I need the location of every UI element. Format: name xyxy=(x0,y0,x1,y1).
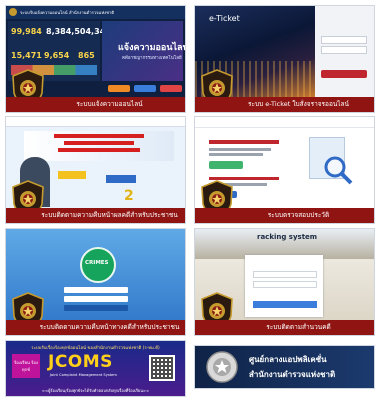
qr-pattern xyxy=(151,357,173,379)
tile-header xyxy=(6,117,185,127)
side-label-box: ร้องเรียน ร้องทุกข์ xyxy=(12,354,40,378)
login-button[interactable] xyxy=(64,305,128,311)
side-label: ร้องเรียน ร้องทุกข์ xyxy=(14,360,38,372)
login-card xyxy=(245,255,323,317)
jcoms-footer: <<ผู้ร้องเรียน/ร้องทุกข์จะได้รับคำตอบกลั… xyxy=(41,388,150,393)
login-field-1[interactable] xyxy=(321,36,367,44)
cta-button-1[interactable] xyxy=(108,85,130,92)
app-center-line-2: สำนักงานตำรวจแห่งชาติ xyxy=(249,370,336,379)
text-line-1 xyxy=(209,148,271,151)
cta-button-3[interactable] xyxy=(160,85,182,92)
header-title: ระบบรับแจ้งความออนไลน์ สำนักงานตำรวจแห่ง… xyxy=(20,10,115,15)
jcoms-headline: ระบบรับเรื่องร้องทุกข์ออนไลน์ ของสำนักงา… xyxy=(31,346,160,351)
step-number-2: 2 xyxy=(124,188,134,204)
eticket-title: e-Ticket xyxy=(209,14,240,23)
tile-e-ticket[interactable]: e-Ticket ระบบ e-Ticket ใบสั่งจราจรออนไลน… xyxy=(195,6,374,112)
banner-red-line-1 xyxy=(54,134,144,138)
magnifier-icon xyxy=(324,156,353,185)
tile-record-check[interactable]: ระบบตรวจสอบประวัติ xyxy=(195,117,374,223)
tile-crimes[interactable]: CRIMES ระบบติดตามความคืบหน้าทางคดีสำหรับ… xyxy=(6,229,185,335)
tile-case-tracking[interactable]: racking system ระบบติดตามสำนวนคดี xyxy=(195,229,374,335)
cta-button-2[interactable] xyxy=(134,85,156,92)
header-logo-icon xyxy=(9,8,17,16)
tile-jcoms[interactable]: ระบบรับเรื่องร้องทุกข์ออนไลน์ ของสำนักงา… xyxy=(6,341,185,396)
step-label-blue xyxy=(106,175,136,183)
tile-app-center[interactable]: ศูนย์กลางแอปพลิเคชั่น สำนักงานตำรวจแห่งช… xyxy=(195,346,374,388)
tile-caption: ระบบติดตามสำนวนคดี xyxy=(195,320,374,335)
stat-cases: 99,984 xyxy=(11,27,42,36)
tile-case-progress[interactable]: 2 ระบบติดตามความคืบหน้าผลคดีสำหรับประชาช… xyxy=(6,117,185,223)
crimes-badge: CRIMES xyxy=(80,247,116,283)
banner-subtitle: คดีอาชญากรรมทางเทคโนโลยี xyxy=(122,56,182,61)
tile-caption: ระบบตรวจสอบประวัติ xyxy=(195,208,374,223)
crimes-text: CRIMES xyxy=(85,260,109,266)
tracking-title: racking system xyxy=(257,233,318,241)
jcoms-subtitle: Joint Complaint Management System xyxy=(50,373,117,377)
app-center-line-1: ศูนย์กลางแอปพลิเคชั่น xyxy=(249,355,327,364)
tile-caption: ระบบติดตามความคืบหน้าทางคดีสำหรับประชาชน xyxy=(6,320,185,335)
tile-header: ระบบรับแจ้งความออนไลน์ สำนักงานตำรวจแห่ง… xyxy=(6,6,185,19)
login-field-2[interactable] xyxy=(321,46,367,54)
login-input-1[interactable] xyxy=(64,287,128,293)
text-line-2 xyxy=(209,153,263,156)
banner-red-line-3 xyxy=(58,148,140,152)
login-input-2[interactable] xyxy=(253,281,317,288)
banner: แจ้งความออนไลน์ คดีอาชญากรรมทางเทคโนโลยี xyxy=(102,21,185,81)
stat-b: 9,654 xyxy=(44,51,70,60)
cta-row xyxy=(102,84,183,94)
tile-caption: ระบบแจ้งความออนไลน์ xyxy=(6,97,185,112)
step-label-yellow xyxy=(58,171,86,179)
login-input-1[interactable] xyxy=(253,271,317,278)
login-button[interactable] xyxy=(253,301,317,308)
stat-a: 15,471 xyxy=(11,51,42,60)
tile-online-complaint[interactable]: ระบบรับแจ้งความออนไลน์ สำนักงานตำรวจแห่ง… xyxy=(6,6,185,112)
login-input-2[interactable] xyxy=(64,296,128,302)
tile-header xyxy=(195,117,374,128)
qr-code-icon[interactable] xyxy=(149,355,175,381)
login-button[interactable] xyxy=(321,70,367,78)
infographic-banner xyxy=(24,131,174,161)
police-emblem-icon xyxy=(206,351,238,383)
tile-caption: ระบบติดตามความคืบหน้าผลคดีสำหรับประชาชน xyxy=(6,208,185,223)
banner-red-line-2 xyxy=(64,141,134,145)
banner-title: แจ้งความออนไลน์ xyxy=(118,43,185,53)
tile-caption: ระบบ e-Ticket ใบสั่งจราจรออนไลน์ xyxy=(195,97,374,112)
green-button[interactable] xyxy=(209,161,243,169)
text-line-red xyxy=(209,140,279,144)
stat-c: 865 xyxy=(78,51,95,60)
jcoms-logo: JCOMS xyxy=(48,352,113,372)
login-panel xyxy=(315,6,374,97)
